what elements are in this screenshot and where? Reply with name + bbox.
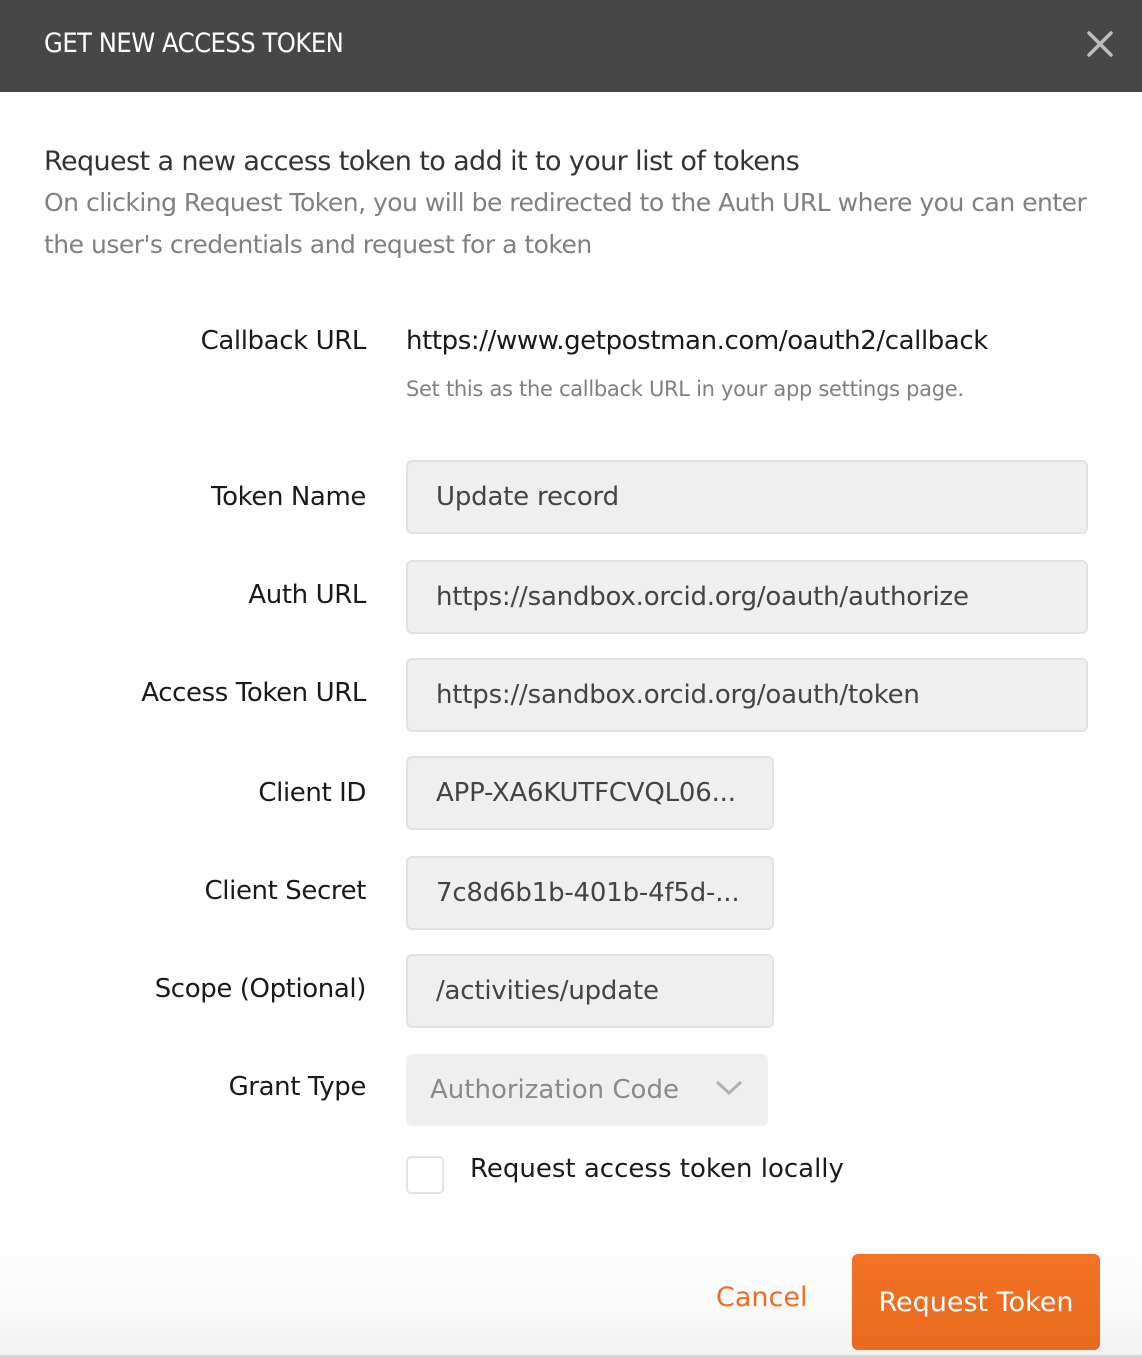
scope-input[interactable]: /activities/update xyxy=(406,954,774,1028)
client-id-label: Client ID xyxy=(258,778,366,808)
access-token-url-input[interactable]: https://sandbox.orcid.org/oauth/token xyxy=(406,658,1088,732)
intro-description: On clicking Request Token, you will be r… xyxy=(44,188,1087,259)
callback-url-value: https://www.getpostman.com/oauth2/callba… xyxy=(406,326,988,356)
grant-type-label: Grant Type xyxy=(228,1072,367,1102)
get-new-access-token-dialog: GET NEW ACCESS TOKEN Request a new acces… xyxy=(0,0,1142,1358)
chevron-down-icon xyxy=(715,1080,743,1096)
auth-url-input[interactable]: https://sandbox.orcid.org/oauth/authoriz… xyxy=(406,560,1088,634)
close-icon xyxy=(1087,31,1113,57)
token-name-input[interactable]: Update record xyxy=(406,460,1088,534)
auth-url-label: Auth URL xyxy=(248,580,366,610)
token-name-label: Token Name xyxy=(211,482,366,512)
request-locally-label: Request access token locally xyxy=(470,1154,844,1184)
intro-section: Request a new access token to add it to … xyxy=(44,144,1104,266)
client-secret-input[interactable]: 7c8d6b1b-401b-4f5d-... xyxy=(406,856,774,930)
cancel-button[interactable]: Cancel xyxy=(716,1282,807,1313)
intro-title: Request a new access token to add it to … xyxy=(44,146,800,177)
scope-label: Scope (Optional) xyxy=(154,974,367,1004)
callback-url-hint: Set this as the callback URL in your app… xyxy=(406,377,964,401)
client-secret-label: Client Secret xyxy=(204,876,367,906)
access-token-url-label: Access Token URL xyxy=(141,678,366,708)
client-id-input[interactable]: APP-XA6KUTFCVQL06... xyxy=(406,756,774,830)
callback-url-label: Callback URL xyxy=(200,326,367,356)
request-locally-checkbox[interactable] xyxy=(406,1156,444,1194)
grant-type-value: Authorization Code xyxy=(430,1075,679,1105)
request-token-button[interactable]: Request Token xyxy=(852,1254,1100,1350)
close-button[interactable] xyxy=(1082,26,1118,62)
grant-type-select[interactable]: Authorization Code xyxy=(406,1054,768,1126)
dialog-title: GET NEW ACCESS TOKEN xyxy=(44,28,344,59)
dialog-header: GET NEW ACCESS TOKEN xyxy=(0,0,1142,92)
